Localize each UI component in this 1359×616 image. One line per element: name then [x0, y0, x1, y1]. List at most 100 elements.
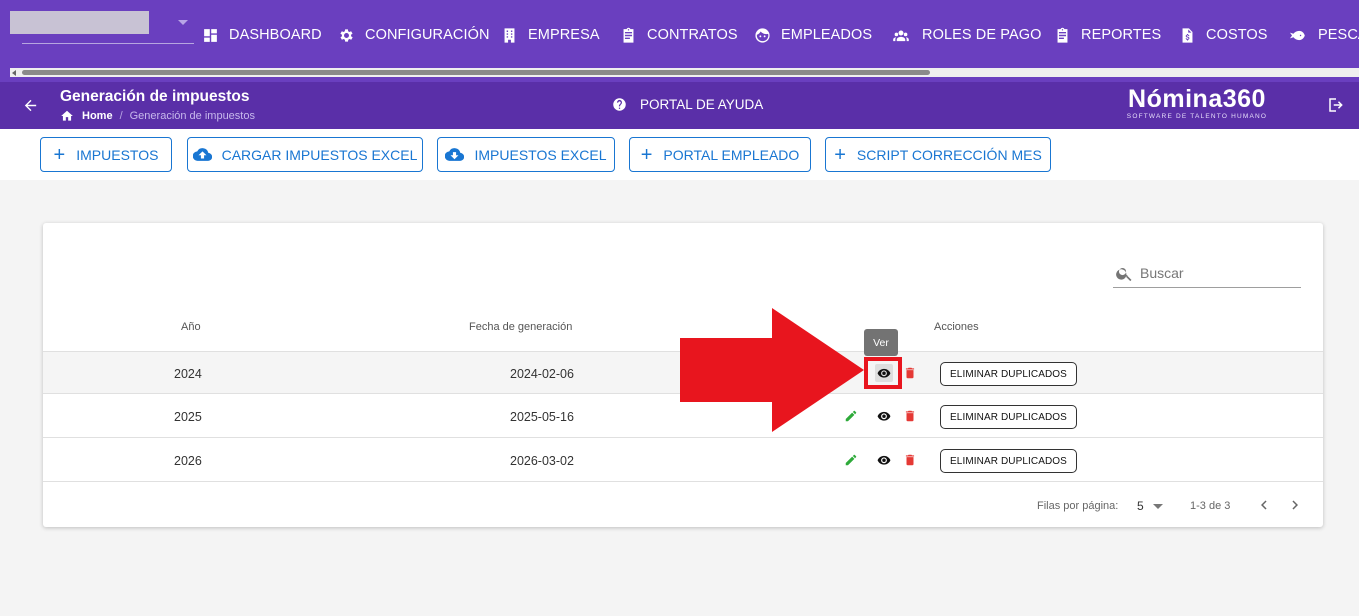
nav-item-dashboard[interactable]: DASHBOARD — [202, 24, 322, 46]
column-header-year[interactable]: Año — [181, 321, 201, 333]
scroll-left-arrow-icon[interactable] — [12, 70, 16, 76]
nav-item-empresa[interactable]: EMPRESA — [501, 24, 600, 46]
nav-item-empleados[interactable]: EMPLEADOS — [754, 24, 872, 46]
script-correccion-mes-button[interactable]: + SCRIPT CORRECCIÓN MES — [825, 137, 1051, 172]
help-portal-link[interactable]: PORTAL DE AYUDA — [612, 97, 763, 112]
help-portal-label: PORTAL DE AYUDA — [640, 97, 764, 112]
help-icon — [613, 98, 626, 111]
view-button[interactable] — [875, 451, 893, 469]
page-title: Generación de impuestos — [60, 88, 250, 105]
button-label: IMPUESTOS EXCEL — [474, 146, 607, 163]
plus-icon: + — [834, 143, 846, 166]
company-select[interactable] — [10, 11, 149, 34]
dashboard-icon — [204, 28, 217, 42]
pencil-icon — [845, 454, 857, 466]
remove-duplicates-button[interactable]: ELIMINAR DUPLICADOS — [940, 362, 1077, 386]
breadcrumb-separator: / — [119, 110, 123, 122]
nav-item-pesca[interactable]: PESCA — [1286, 24, 1359, 46]
add-impuestos-button[interactable]: + IMPUESTOS — [40, 137, 172, 172]
table-row: 2026 2026-03-02 ELIMINAR DUPLICADOS — [43, 439, 1323, 482]
nav-scrollbar[interactable] — [10, 68, 1359, 77]
upload-impuestos-excel-button[interactable]: CARGAR IMPUESTOS EXCEL — [187, 137, 423, 172]
column-header-date[interactable]: Fecha de generación — [469, 321, 572, 333]
gear-icon — [340, 28, 353, 42]
button-label: SCRIPT CORRECCIÓN MES — [856, 146, 1042, 163]
face-icon — [755, 27, 770, 43]
nav-item-label: REPORTES — [1081, 27, 1162, 43]
rows-per-page-label: Filas por página: — [1037, 500, 1119, 512]
brand-logo: Nómina360 SOFTWARE DE TALENTO HUMANO — [1116, 85, 1278, 121]
chevron-left-icon — [1261, 500, 1267, 510]
edit-button[interactable] — [842, 451, 860, 469]
clipboard-icon — [1057, 27, 1068, 43]
search-input[interactable] — [1140, 265, 1290, 281]
nav-item-roles-de-pago[interactable]: ROLES DE PAGO — [890, 24, 1041, 46]
pagination-range: 1-3 de 3 — [1190, 500, 1231, 512]
delete-button[interactable] — [901, 451, 919, 469]
nav-item-reportes[interactable]: REPORTES — [1054, 24, 1161, 46]
page-header: Generación de impuestos Home / Generació… — [0, 82, 1359, 129]
year-cell: 2026 — [174, 454, 202, 468]
button-label: CARGAR IMPUESTOS EXCEL — [221, 146, 418, 163]
nav-item-label: CONFIGURACIÓN — [365, 27, 490, 43]
eye-icon — [877, 411, 891, 421]
previous-page-button[interactable] — [1255, 496, 1273, 514]
brand-name: Nómina360 — [1128, 85, 1266, 113]
remove-duplicates-button[interactable]: ELIMINAR DUPLICADOS — [940, 405, 1077, 429]
table-pagination: Filas por página: 5 1-3 de 3 — [43, 485, 1323, 525]
group-icon — [893, 30, 909, 41]
annotation-arrow-icon — [680, 308, 864, 432]
view-button[interactable] — [875, 407, 893, 425]
logout-icon[interactable] — [1327, 96, 1345, 114]
year-cell: 2024 — [174, 367, 202, 381]
search-field[interactable] — [1113, 259, 1301, 288]
nav-item-label: PESCA — [1318, 27, 1359, 43]
fish-icon — [1289, 30, 1305, 40]
date-cell: 2025-05-16 — [510, 410, 574, 424]
breadcrumb-home-label: Home — [82, 110, 113, 122]
search-icon — [1116, 267, 1132, 281]
company-select-underline — [22, 43, 194, 44]
trash-icon — [905, 410, 915, 422]
portal-empleado-button[interactable]: + PORTAL EMPLEADO — [629, 137, 811, 172]
next-page-button[interactable] — [1286, 496, 1304, 514]
delete-button[interactable] — [901, 407, 919, 425]
download-impuestos-excel-button[interactable]: IMPUESTOS EXCEL — [437, 137, 615, 172]
home-icon — [61, 110, 73, 121]
nav-item-costos[interactable]: COSTOS — [1179, 24, 1268, 46]
nav-item-contratos[interactable]: CONTRATOS — [620, 24, 738, 46]
plus-icon: + — [640, 143, 653, 166]
clipboard-icon — [623, 27, 634, 43]
nav-item-label: COSTOS — [1206, 27, 1268, 43]
nav-item-configuracion[interactable]: CONFIGURACIÓN — [338, 24, 490, 46]
cloud-upload-icon — [192, 148, 212, 161]
cloud-download-icon — [445, 148, 465, 161]
delete-button[interactable] — [901, 364, 919, 382]
nav-item-label: EMPLEADOS — [781, 27, 873, 43]
nav-item-label: EMPRESA — [528, 27, 600, 43]
rows-per-page-select[interactable]: 5 — [1137, 499, 1144, 513]
action-toolbar: + IMPUESTOS CARGAR IMPUESTOS EXCEL IMPUE… — [0, 129, 1359, 180]
button-label: IMPUESTOS — [76, 146, 159, 163]
year-cell: 2025 — [174, 410, 202, 424]
breadcrumb-home[interactable]: Home — [60, 109, 113, 123]
nav-item-label: CONTRATOS — [647, 27, 738, 43]
trash-icon — [905, 454, 915, 466]
view-tooltip: Ver — [864, 329, 898, 356]
date-cell: 2026-03-02 — [510, 454, 574, 468]
brand-tagline: SOFTWARE DE TALENTO HUMANO — [1126, 113, 1268, 120]
plus-icon: + — [53, 143, 66, 166]
nav-item-label: ROLES DE PAGO — [922, 27, 1042, 43]
chevron-down-icon[interactable] — [1153, 504, 1163, 509]
trash-icon — [905, 367, 915, 379]
remove-duplicates-button[interactable]: ELIMINAR DUPLICADOS — [940, 449, 1077, 473]
arrow-back-icon[interactable] — [22, 97, 39, 114]
building-icon — [504, 27, 515, 43]
scrollbar-thumb[interactable] — [22, 70, 930, 75]
invoice-icon — [1182, 27, 1193, 43]
column-header-actions: Acciones — [934, 321, 979, 333]
breadcrumb: Home / Generación de impuestos — [60, 109, 255, 123]
chevron-down-icon[interactable] — [178, 20, 188, 25]
date-cell: 2024-02-06 — [510, 367, 574, 381]
annotation-highlight-box — [864, 357, 902, 389]
